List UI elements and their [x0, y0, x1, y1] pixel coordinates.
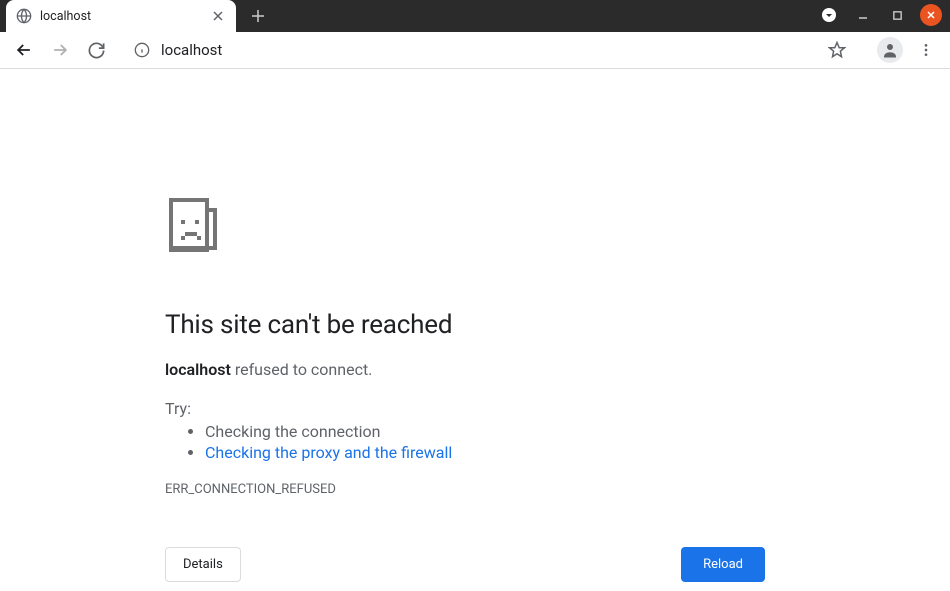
globe-icon [16, 8, 32, 24]
error-message: localhost refused to connect. [165, 360, 765, 379]
browser-titlebar: localhost [0, 0, 950, 32]
reload-page-button[interactable]: Reload [681, 547, 765, 582]
tab-title: localhost [40, 9, 210, 24]
error-title: This site can't be reached [165, 310, 765, 340]
url-text: localhost [161, 41, 821, 59]
avatar-icon [877, 37, 903, 63]
forward-button[interactable] [44, 34, 76, 66]
address-bar[interactable]: localhost [122, 35, 864, 65]
info-icon[interactable] [133, 41, 151, 59]
error-page: This site can't be reached localhost ref… [165, 69, 765, 582]
page-content: This site can't be reached localhost ref… [0, 69, 950, 591]
error-code: ERR_CONNECTION_REFUSED [165, 482, 765, 497]
back-button[interactable] [8, 34, 40, 66]
try-label: Try: [165, 399, 765, 418]
profile-button[interactable] [874, 34, 906, 66]
window-controls [818, 4, 942, 26]
proxy-firewall-link[interactable]: Checking the proxy and the firewall [205, 443, 452, 462]
bookmark-star-icon[interactable] [821, 34, 853, 66]
close-tab-button[interactable] [210, 8, 226, 24]
browser-tab[interactable]: localhost [6, 0, 236, 32]
kebab-menu-icon[interactable] [910, 34, 942, 66]
suggestion-list: Checking the connection Checking the pro… [165, 422, 765, 462]
details-button[interactable]: Details [165, 547, 241, 582]
minimize-button[interactable] [852, 4, 874, 26]
close-window-button[interactable] [920, 4, 942, 26]
new-tab-button[interactable] [244, 2, 272, 30]
suggestion-item: Checking the connection [205, 422, 765, 441]
reload-button[interactable] [80, 34, 112, 66]
maximize-button[interactable] [886, 4, 908, 26]
app-menu-icon[interactable] [818, 4, 840, 26]
button-row: Details Reload [165, 547, 765, 582]
browser-toolbar: localhost [0, 32, 950, 69]
error-host: localhost [165, 360, 231, 379]
sad-page-icon [165, 194, 765, 270]
suggestion-item: Checking the proxy and the firewall [205, 443, 765, 462]
error-suffix: refused to connect. [231, 360, 373, 379]
